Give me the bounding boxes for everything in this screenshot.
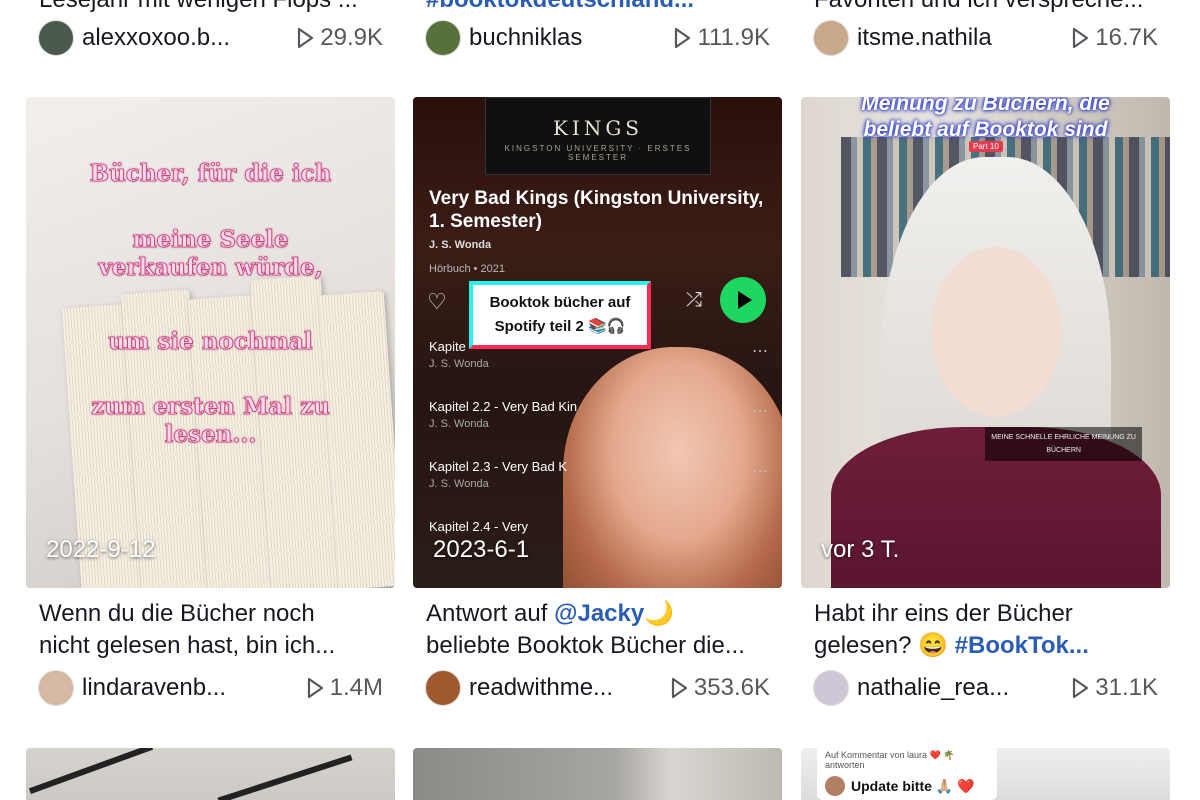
overlay-header: Meinung zu Büchern, die beliebt auf Book… — [801, 97, 1170, 143]
username[interactable]: readwithme... — [469, 674, 660, 702]
play-icon — [307, 677, 323, 699]
caption-line: Wenn du die Bücher noch — [39, 600, 315, 627]
post-date: 2022-9-12 — [46, 536, 156, 563]
avatar — [825, 776, 845, 796]
overlay-text: um sie nochmal — [108, 328, 313, 355]
subtitle-line: MEINE SCHNELLE EHRLICHE MEINUNG ZU — [991, 434, 1136, 441]
overlay-text: Bücher, für die ich — [89, 160, 332, 187]
cover-subtitle: KINGSTON UNIVERSITY · ERSTES SEMESTER — [504, 144, 692, 162]
track-title: Kapitel 2.4 - Very — [429, 519, 528, 534]
track-author: J. S. Wonda — [429, 358, 489, 370]
creator-face — [931, 247, 1061, 417]
video-thumbnail[interactable]: Meinung zu Büchern, die beliebt auf Book… — [801, 97, 1170, 588]
overlay-text: zum ersten Mal zu — [91, 393, 331, 420]
heart-icon: ♡ — [427, 289, 447, 314]
track-item: Kapitel 2.2 - Very Bad Kin J. S. Wonda — [429, 399, 577, 430]
overlay-text: verkaufen würde, — [98, 254, 323, 281]
avatar[interactable] — [425, 670, 461, 706]
track-title: Kapite — [429, 339, 466, 354]
video-card-2[interactable]: KINGS KINGSTON UNIVERSITY · ERSTES SEMES… — [413, 0, 782, 710]
track-title: Kapitel 2.2 - Very Bad Kin — [429, 399, 578, 414]
avatar[interactable] — [38, 670, 74, 706]
book-cover: KINGS KINGSTON UNIVERSITY · ERSTES SEMES… — [485, 97, 711, 175]
post-date: 2023-6-1 — [433, 536, 530, 563]
book-author: J. S. Wonda — [429, 239, 492, 251]
view-count: 1.4M — [306, 674, 383, 702]
caption-text: gelesen? 😄 — [814, 632, 955, 659]
cover-title: KINGS — [552, 116, 644, 140]
more-icon: ⋯ — [752, 343, 768, 360]
caption-line: Habt ihr eins der Bücher — [814, 600, 1073, 627]
hashtag-link[interactable]: #BookTok... — [955, 632, 1089, 659]
caption-line: nicht gelesen hast, bin ich... — [39, 632, 336, 659]
video-thumbnail-bottom-2[interactable] — [413, 748, 782, 800]
track-author: J. S. Wonda — [429, 418, 489, 430]
avatar[interactable] — [813, 670, 849, 706]
video-card-1[interactable]: Bücher, für die ich meine Seele verkaufe… — [26, 0, 395, 710]
caption-line: gelesen? 😄 #BookTok... — [814, 630, 1160, 662]
play-button-icon — [720, 277, 766, 323]
view-count-value: 353.6K — [693, 674, 770, 701]
caption-line: beliebte Booktok Bücher die... — [426, 632, 745, 659]
video-card-3[interactable]: Meinung zu Büchern, die beliebt auf Book… — [801, 0, 1170, 710]
subtitle-line: BÜCHERN — [1046, 447, 1081, 454]
caption-line: Antwort auf @Jacky🌙 — [426, 598, 772, 630]
overlay-header-line: beliebt auf Booktok sind — [863, 118, 1108, 141]
text-sticker: Booktok bücher auf Spotify teil 2 📚🎧 — [469, 281, 651, 349]
video-caption[interactable]: Habt ihr eins der Bücher gelesen? 😄 #Boo… — [814, 598, 1160, 662]
book-title: Very Bad Kings (Kingston University, 1. … — [429, 188, 764, 232]
shuffle-icon: ⤮ — [686, 289, 702, 311]
username[interactable]: nathalie_rea... — [857, 674, 1061, 702]
more-icon: ⋯ — [752, 463, 768, 480]
reply-comment: Update bitte 🙏🏼 ❤️ — [825, 776, 989, 796]
caption-prefix: Antwort auf — [426, 600, 555, 627]
comment-reply-bubble: Auf Kommentar von laura ❤️ 🌴 antworten U… — [817, 748, 997, 800]
view-count-value: 31.1K — [1095, 674, 1158, 701]
reply-label: Auf Kommentar von laura ❤️ 🌴 antworten — [825, 750, 955, 770]
mention-link[interactable]: @Jacky — [554, 600, 644, 627]
video-thumbnail[interactable]: KINGS KINGSTON UNIVERSITY · ERSTES SEMES… — [413, 97, 782, 588]
view-count-value: 1.4M — [329, 674, 383, 701]
part-badge: Part 10 — [969, 141, 1003, 152]
track-title: Kapitel 2.3 - Very Bad K — [429, 459, 568, 474]
track-author: J. S. Wonda — [429, 478, 489, 490]
view-count: 31.1K — [1071, 674, 1158, 702]
play-icon — [1073, 677, 1089, 699]
creator-face — [563, 347, 782, 588]
moon-emoji: 🌙 — [644, 600, 675, 627]
video-caption[interactable]: Antwort auf @Jacky🌙 beliebte Booktok Büc… — [426, 598, 772, 662]
video-thumbnail-bottom-3[interactable]: Auf Kommentar von laura ❤️ 🌴 antworten U… — [801, 748, 1170, 800]
overlay-text: lesen... — [164, 421, 257, 448]
subtitle-box: MEINE SCHNELLE EHRLICHE MEINUNG ZU BÜCHE… — [985, 427, 1142, 461]
overlay-text: meine Seele — [132, 226, 289, 253]
post-date: vor 3 T. — [821, 536, 900, 563]
comment-text: Update bitte 🙏🏼 ❤️ — [851, 777, 975, 794]
video-thumbnail-bottom-1[interactable] — [26, 748, 395, 800]
track-item: Kapitel 2.4 - Very — [429, 519, 528, 534]
view-count: 353.6K — [670, 674, 770, 702]
track-item: Kapitel 2.3 - Very Bad K J. S. Wonda — [429, 459, 567, 490]
username[interactable]: lindaravenb... — [82, 674, 296, 702]
more-icon: ⋯ — [752, 403, 768, 420]
video-caption[interactable]: Wenn du die Bücher noch nicht gelesen ha… — [39, 598, 385, 662]
book-meta: Hörbuch • 2021 — [429, 263, 506, 275]
overlay-header-line: Meinung zu Büchern, die — [861, 97, 1110, 115]
video-thumbnail[interactable]: Bücher, für die ich meine Seele verkaufe… — [26, 97, 395, 588]
play-icon — [671, 677, 688, 699]
